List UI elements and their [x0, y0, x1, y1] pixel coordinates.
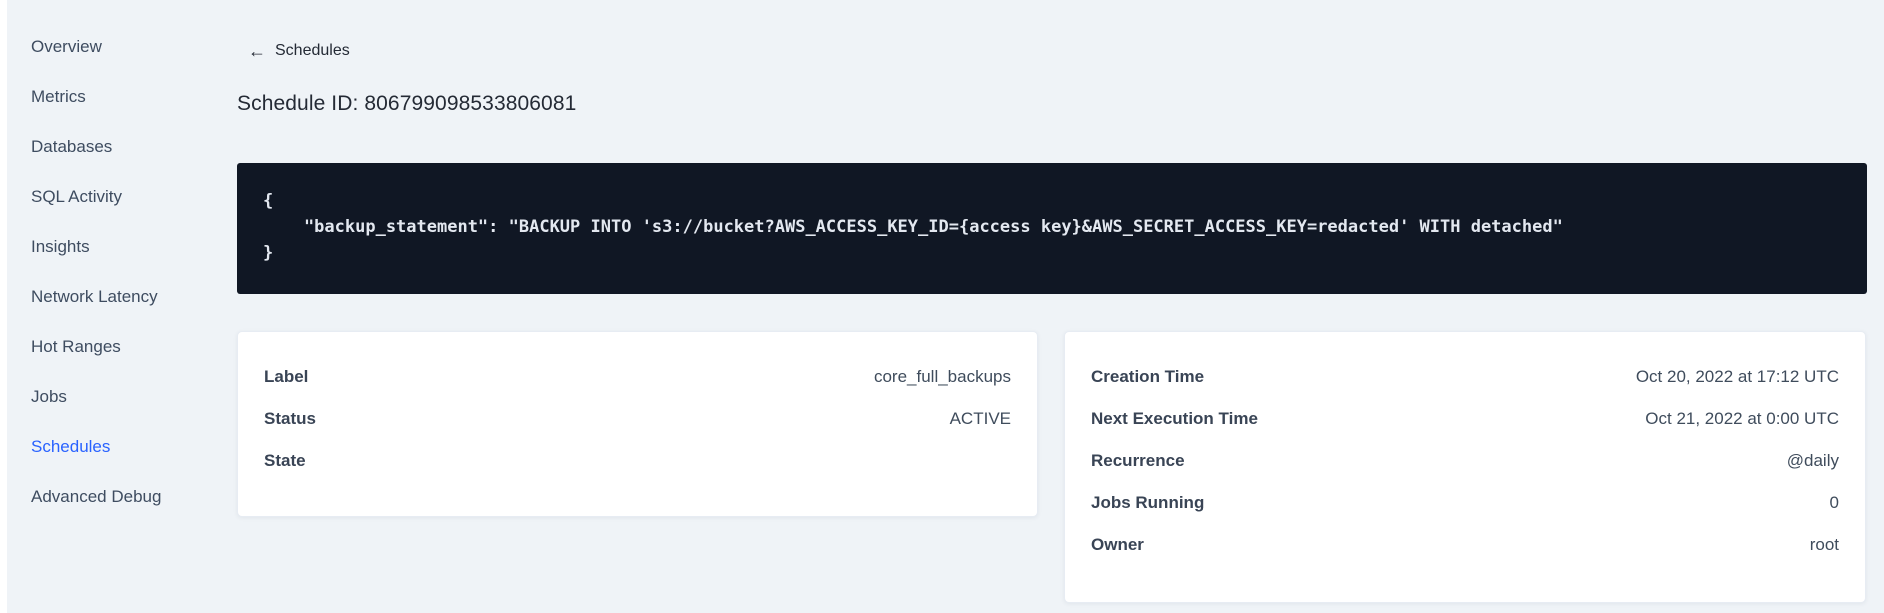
row-jobs-running-value: 0 — [1829, 493, 1839, 512]
sidebar-item-jobs[interactable]: Jobs — [7, 372, 197, 422]
schedule-details-card: Label core_full_backups Status ACTIVE St… — [237, 331, 1038, 517]
code-line-backup-statement: "backup_statement": "BACKUP INTO 's3://b… — [263, 217, 1563, 237]
backup-statement-code-block: { "backup_statement": "BACKUP INTO 's3:/… — [237, 163, 1867, 294]
sidebar-item-advanced-debug[interactable]: Advanced Debug — [7, 472, 197, 522]
row-owner: Owner root — [1091, 524, 1839, 566]
row-jobs-running-key: Jobs Running — [1091, 493, 1205, 512]
row-state-key: State — [264, 451, 306, 470]
row-state: State — [264, 440, 1011, 482]
row-recurrence-value: @daily — [1786, 451, 1839, 470]
sidebar-item-insights[interactable]: Insights — [7, 222, 197, 272]
row-creation-time: Creation Time Oct 20, 2022 at 17:12 UTC — [1091, 356, 1839, 398]
row-owner-key: Owner — [1091, 535, 1144, 554]
row-label-value: core_full_backups — [873, 367, 1011, 386]
page-title: Schedule ID: 806799098533806081 — [237, 92, 577, 115]
sidebar-item-overview[interactable]: Overview — [7, 22, 197, 72]
sidebar-item-sql-activity[interactable]: SQL Activity — [7, 172, 197, 222]
row-creation-time-key: Creation Time — [1091, 367, 1205, 386]
back-arrow-icon: ← — [248, 41, 266, 61]
row-label-key: Label — [264, 367, 309, 386]
window-left-edge — [0, 0, 7, 613]
row-next-execution-time-value: Oct 21, 2022 at 0:00 UTC — [1645, 409, 1839, 428]
row-creation-time-value: Oct 20, 2022 at 17:12 UTC — [1635, 367, 1839, 386]
sidebar-nav: Overview Metrics Databases SQL Activity … — [7, 22, 197, 522]
row-owner-value: root — [1809, 535, 1839, 554]
row-recurrence: Recurrence @daily — [1091, 440, 1839, 482]
row-recurrence-key: Recurrence — [1091, 451, 1185, 470]
row-status-key: Status — [264, 409, 316, 428]
sidebar-item-network-latency[interactable]: Network Latency — [7, 272, 197, 322]
back-link-label: Schedules — [275, 42, 350, 59]
code-line-close-brace: } — [263, 243, 274, 263]
row-status-value: ACTIVE — [949, 409, 1011, 428]
row-label: Label core_full_backups — [264, 356, 1011, 398]
code-line-open-brace: { — [263, 191, 274, 211]
schedule-timing-card: Creation Time Oct 20, 2022 at 17:12 UTC … — [1064, 331, 1866, 603]
back-to-schedules-link[interactable]: ← Schedules — [248, 42, 350, 60]
sidebar-item-metrics[interactable]: Metrics — [7, 72, 197, 122]
row-next-execution-time-key: Next Execution Time — [1091, 409, 1258, 428]
sidebar-item-databases[interactable]: Databases — [7, 122, 197, 172]
row-next-execution-time: Next Execution Time Oct 21, 2022 at 0:00… — [1091, 398, 1839, 440]
row-jobs-running: Jobs Running 0 — [1091, 482, 1839, 524]
sidebar-item-hot-ranges[interactable]: Hot Ranges — [7, 322, 197, 372]
row-status: Status ACTIVE — [264, 398, 1011, 440]
sidebar-item-schedules[interactable]: Schedules — [7, 422, 197, 472]
